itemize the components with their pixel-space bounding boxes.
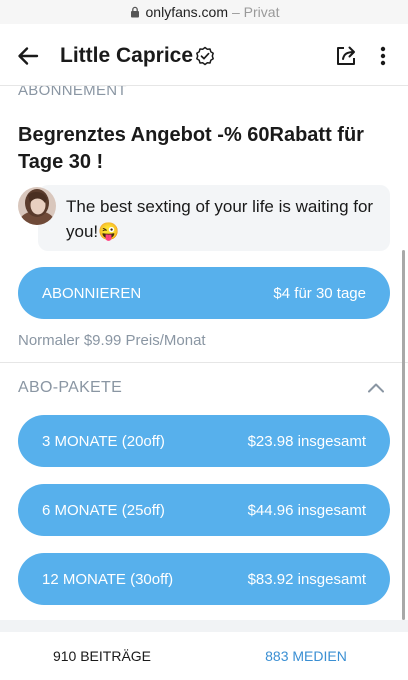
subscribe-button[interactable]: ABONNIEREN $4 für 30 tage [18, 267, 390, 319]
package-price: $23.98 insgesamt [247, 432, 366, 450]
browser-url-bar[interactable]: onlyfans.com – Privat [0, 0, 408, 24]
package-price: $83.92 insgesamt [247, 570, 366, 588]
url-domain: onlyfans.com [145, 4, 228, 20]
subscribe-price: $4 für 30 tage [273, 284, 366, 302]
regular-price-text: Normaler $9.99 Preis/Monat [18, 332, 206, 349]
profile-name-text: Little Caprice [60, 44, 194, 67]
section-label-abonnement: ABONNEMENT [18, 86, 127, 99]
packages-section-label: ABO-PAKETE [18, 379, 123, 396]
profile-header: Little Caprice [0, 24, 408, 86]
profile-name: Little Caprice [60, 44, 215, 68]
package-3-months-button[interactable]: 3 MONATE (20off) $23.98 insgesamt [18, 415, 390, 467]
share-icon[interactable] [334, 44, 358, 68]
avatar-image [18, 187, 56, 225]
chevron-up-icon[interactable] [366, 378, 386, 398]
offer-title: Begrenztes Angebot -% 60Rabatt für Tage … [18, 124, 364, 173]
package-price: $44.96 insgesamt [247, 501, 366, 519]
tab-media[interactable]: 883 MEDIEN [204, 632, 408, 680]
divider [0, 362, 408, 363]
more-options-icon[interactable] [376, 44, 390, 68]
package-label: 12 MONATE (30off) [42, 570, 174, 588]
package-label: 6 MONATE (25off) [42, 501, 165, 519]
lock-icon [130, 6, 139, 18]
subscribe-label: ABONNIEREN [42, 284, 142, 302]
package-label: 3 MONATE (20off) [42, 432, 165, 450]
promo-message-text: The best sexting of your life is waiting… [66, 197, 374, 241]
subscription-panel[interactable]: ABONNEMENT Begrenztes Angebot -% 60Rabat… [0, 86, 408, 632]
profile-tabs: 910 BEITRÄGE 883 MEDIEN [0, 632, 408, 680]
tab-posts[interactable]: 910 BEITRÄGE [0, 632, 204, 680]
promo-message: The best sexting of your life is waiting… [38, 185, 390, 251]
package-6-months-button[interactable]: 6 MONATE (25off) $44.96 insgesamt [18, 484, 390, 536]
scrollbar[interactable] [402, 250, 405, 620]
back-arrow-icon[interactable] [16, 44, 40, 68]
package-12-months-button[interactable]: 12 MONATE (30off) $83.92 insgesamt [18, 553, 390, 605]
section-separator [0, 620, 408, 632]
verified-badge-icon [196, 46, 214, 66]
avatar[interactable] [18, 187, 56, 225]
private-mode-label: – Privat [232, 4, 280, 20]
